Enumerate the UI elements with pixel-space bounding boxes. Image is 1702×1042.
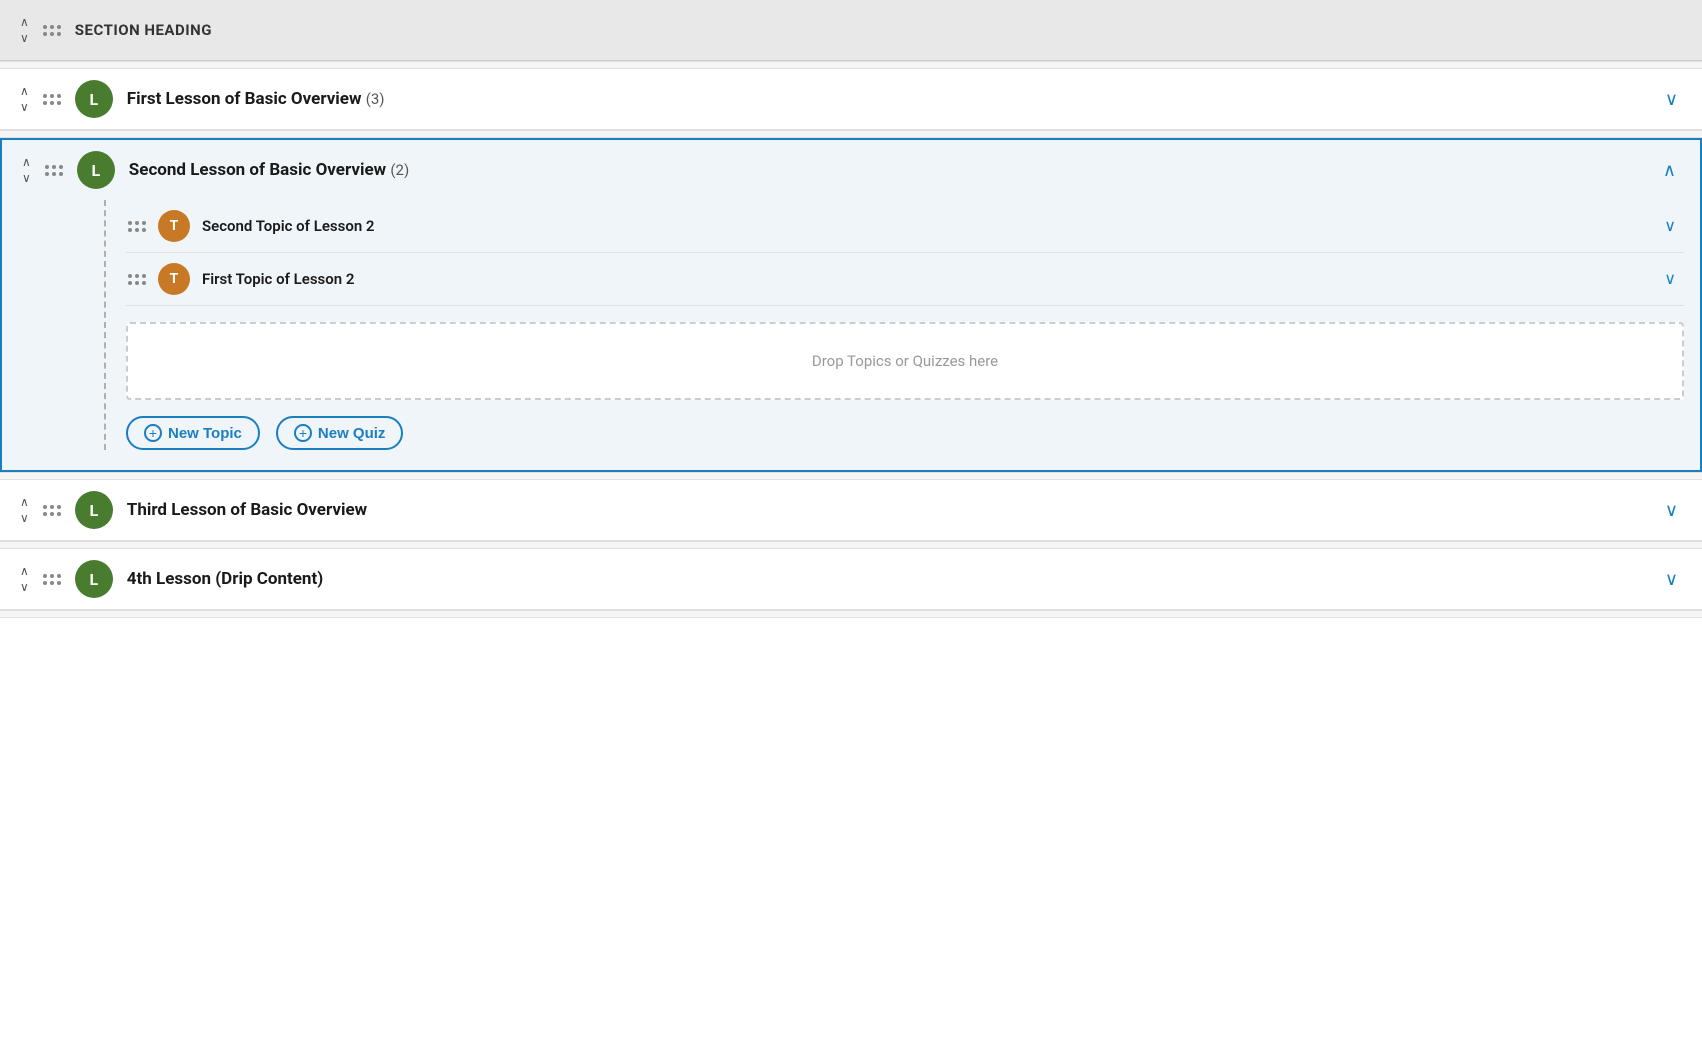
lesson-4-move-down-button[interactable]: ∨ [16,579,33,595]
lesson-3-icon: L [75,491,113,529]
lesson-2-expanded-wrapper: ∧ ∨ L Second Lesson of Basic Overview (2… [0,138,1702,472]
lesson-2-move-up-button[interactable]: ∧ [18,154,35,170]
new-quiz-plus-icon: + [294,424,312,442]
drop-zone-text: Drop Topics or Quizzes here [812,352,998,370]
lesson-2-title: Second Lesson of Basic Overview (2) [129,160,1655,180]
section-heading-row: ∧ ∨ SECTION HEADING [0,0,1702,61]
new-topic-plus-icon: + [144,424,162,442]
separator-3 [0,472,1702,480]
lesson-3-title: Third Lesson of Basic Overview [127,500,1657,520]
separator-4 [0,541,1702,549]
lesson-2-drag-handle[interactable] [43,161,65,180]
lesson-4-drag-handle[interactable] [41,570,63,589]
topic-1-title: Second Topic of Lesson 2 [202,217,1656,235]
topic-2-row: T First Topic of Lesson 2 ∨ [126,253,1684,306]
lesson-4-title: 4th Lesson (Drip Content) [127,569,1657,589]
lesson-1-nav-arrows: ∧ ∨ [16,83,33,116]
lesson-3-drag-handle[interactable] [41,501,63,520]
drop-zone: Drop Topics or Quizzes here [126,322,1684,400]
topic-2-drag-handle[interactable] [126,270,148,289]
lesson-4-icon: L [75,560,113,598]
lesson-1-move-up-button[interactable]: ∧ [16,83,33,99]
lesson-4-row: ∧ ∨ L 4th Lesson (Drip Content) ∨ [0,549,1702,610]
new-topic-label: New Topic [168,425,242,442]
lesson-2-collapse-button[interactable]: ∧ [1655,156,1684,185]
topic-2-title: First Topic of Lesson 2 [202,270,1656,288]
lesson-2-icon: L [77,151,115,189]
lesson-2-header: ∧ ∨ L Second Lesson of Basic Overview (2… [2,140,1700,200]
topic-2-expand-button[interactable]: ∨ [1656,265,1684,293]
new-quiz-button[interactable]: + New Quiz [276,416,404,450]
section-drag-handle[interactable] [41,21,63,40]
separator-5 [0,610,1702,618]
lesson-4-nav-arrows: ∧ ∨ [16,563,33,596]
topic-1-drag-handle[interactable] [126,217,148,236]
topic-1-icon: T [158,210,190,242]
lesson-3-move-down-button[interactable]: ∨ [16,510,33,526]
lesson-3-row: ∧ ∨ L Third Lesson of Basic Overview ∨ [0,480,1702,541]
lesson-1-row: ∧ ∨ L First Lesson of Basic Overview (3)… [0,69,1702,130]
new-topic-button[interactable]: + New Topic [126,416,260,450]
lesson-3-move-up-button[interactable]: ∧ [16,494,33,510]
lesson-3-nav-arrows: ∧ ∨ [16,494,33,527]
lesson-1-title: First Lesson of Basic Overview (3) [127,89,1657,109]
lesson-1-icon: L [75,80,113,118]
section-move-up-button[interactable]: ∧ [16,14,33,30]
separator-1 [0,61,1702,69]
section-move-down-button[interactable]: ∨ [16,30,33,46]
new-quiz-label: New Quiz [318,425,386,442]
separator-2 [0,130,1702,138]
lesson-1-expand-button[interactable]: ∨ [1657,85,1686,114]
section-title: SECTION HEADING [75,21,1686,39]
lesson-3-expand-button[interactable]: ∨ [1657,496,1686,525]
topic-1-expand-button[interactable]: ∨ [1656,212,1684,240]
lesson-1-move-down-button[interactable]: ∨ [16,99,33,115]
lesson-4-expand-button[interactable]: ∨ [1657,565,1686,594]
topic-2-icon: T [158,263,190,295]
section-nav-arrows: ∧ ∨ [16,14,33,47]
lesson-1-drag-handle[interactable] [41,90,63,109]
curriculum-list: ∧ ∨ SECTION HEADING ∧ ∨ [0,0,1702,618]
lesson-2-move-down-button[interactable]: ∨ [18,170,35,186]
lesson-4-move-up-button[interactable]: ∧ [16,563,33,579]
lesson-2-nav-arrows: ∧ ∨ [18,154,35,187]
topic-1-row: T Second Topic of Lesson 2 ∨ [126,200,1684,253]
action-buttons: + New Topic + New Quiz [126,416,1684,450]
